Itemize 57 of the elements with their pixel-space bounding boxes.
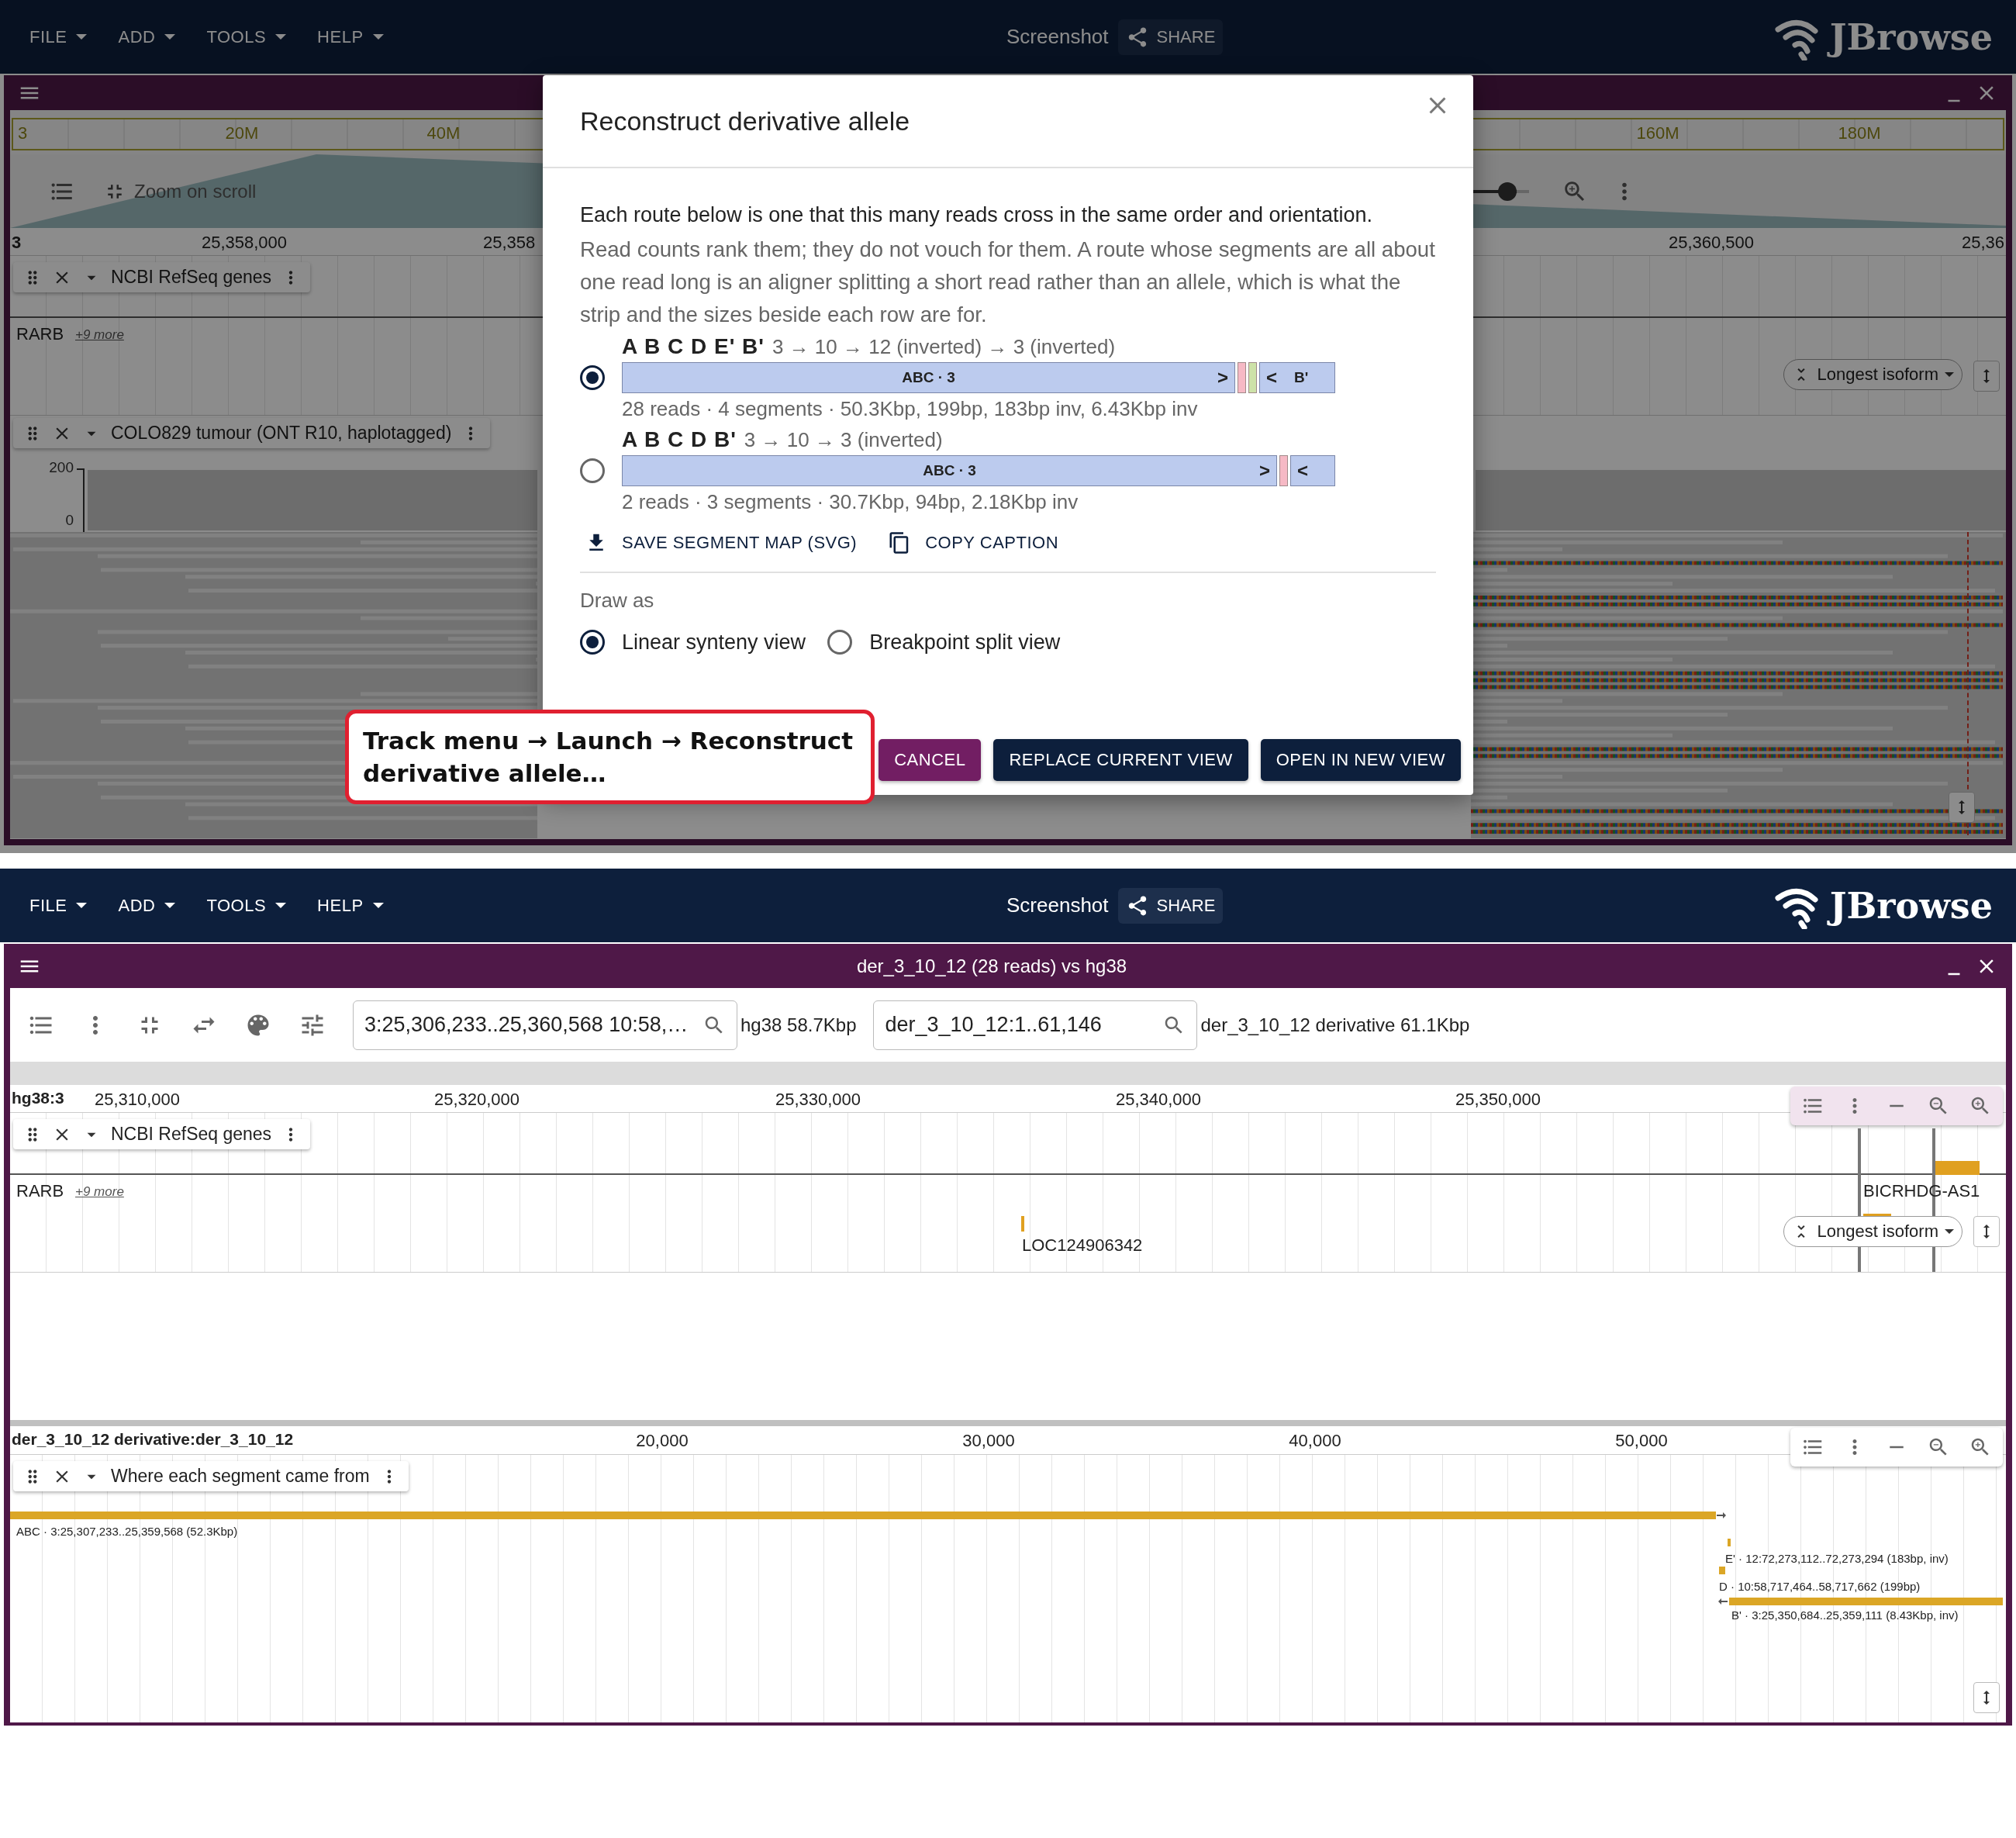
ruler-label: 30,000 [962, 1431, 1015, 1451]
scale-label: 180M [1838, 123, 1881, 143]
axis-label: 200 [49, 459, 74, 476]
ruler-name: hg38:3 [12, 1088, 64, 1108]
note-text: Read counts rank them; they do not vouch for them. A route whose segments are all about one read long is an aligner splitting a short read rather than an allele, which is what the strip and the sizes beside each row are for. [580, 237, 1436, 328]
ruler-label: 25,360,500 [1668, 233, 1755, 253]
ruler-label: 25,36 [1962, 233, 2005, 253]
axis-label: 0 [65, 512, 74, 529]
ruler-label: 25,320,000 [433, 1090, 520, 1110]
intro-text: Each route below is one that this many reads cross in the same order and orientation. [580, 202, 1374, 228]
route-path: 3 → 10 → 3 (inverted) [744, 427, 943, 452]
dialog-title: Reconstruct derivative allele [580, 105, 910, 136]
direction-mark: > [1217, 367, 1228, 389]
scale-label: 40M [426, 123, 461, 143]
route-name: A B C D E' B' [622, 334, 765, 359]
scale-label: 20M [225, 123, 259, 143]
ruler-name: der_3_10_12 derivative:der_3_10_12 [12, 1429, 294, 1449]
ruler-label: 25,310,000 [94, 1090, 181, 1110]
track-name: NCBI RefSeq genes [111, 267, 272, 288]
direction-mark: > [1259, 460, 1270, 482]
ruler-label: 20,000 [636, 1431, 689, 1451]
gene-label: LOC124906342 [1022, 1235, 1143, 1256]
ruler-label: 25,340,000 [1115, 1090, 1202, 1110]
ruler-label: 3 [12, 233, 22, 253]
route-name: A B C D B' [622, 427, 737, 452]
ruler-label: 25,358,000 [201, 233, 288, 253]
ruler-label: 25,350,000 [1455, 1090, 1541, 1110]
screenshot-label: Screenshot [1006, 893, 1109, 917]
gene-label: RARB [16, 324, 64, 344]
feature-label: B' · 3:25,350,684..25,359,111 (8.43Kbp, inv) [1731, 1608, 1959, 1622]
ruler-label: 40,000 [1289, 1431, 1341, 1451]
feature-label: E' · 12:72,273,112..72,273,294 (183bp, inv) [1725, 1552, 1949, 1565]
assembly-label: hg38 58.7Kbp [740, 1014, 857, 1036]
assembly-label: der_3_10_12 derivative 61.1Kbp [1200, 1014, 1470, 1036]
screenshot-label: Screenshot [1006, 25, 1109, 49]
direction-mark: < [1266, 367, 1277, 389]
segment-label: ABC · 3 [902, 369, 955, 386]
scale-label: 3 [18, 123, 28, 143]
ruler-label: 25,330,000 [775, 1090, 861, 1110]
callout: Track menu → Launch → Reconstruct derivative allele… [345, 710, 875, 804]
track-name: NCBI RefSeq genes [111, 1124, 272, 1145]
track-name: COLO829 tumour (ONT R10, haplotagged) [111, 423, 452, 444]
route-path: 3 → 10 → 12 (inverted) → 3 (inverted) [772, 334, 1116, 359]
route-stats: 28 reads · 4 segments · 50.3Kbp, 199bp, 183bp inv, 6.43Kbp inv [622, 396, 1199, 422]
ruler-label: 25,358 [483, 233, 536, 253]
route-stats: 2 reads · 3 segments · 30.7Kbp, 94bp, 2.18Kbp inv [622, 489, 1079, 515]
section-label: Draw as [580, 589, 655, 613]
gene-label: RARB [16, 1181, 64, 1201]
view-title: der_3_10_12 (28 reads) vs hg38 [855, 955, 1128, 977]
feature-label: D · 10:58,717,464..58,717,662 (199bp) [1719, 1580, 1921, 1593]
feature-label: ABC · 3:25,307,233..25,359,568 (52.3Kbp) [16, 1525, 238, 1538]
segment-label: B' [1294, 369, 1309, 386]
ruler-label: 50,000 [1615, 1431, 1668, 1451]
scale-label: 160M [1636, 123, 1679, 143]
track-name: Where each segment came from [111, 1466, 370, 1487]
direction-mark: < [1297, 460, 1308, 482]
segment-label: ABC · 3 [923, 462, 976, 479]
